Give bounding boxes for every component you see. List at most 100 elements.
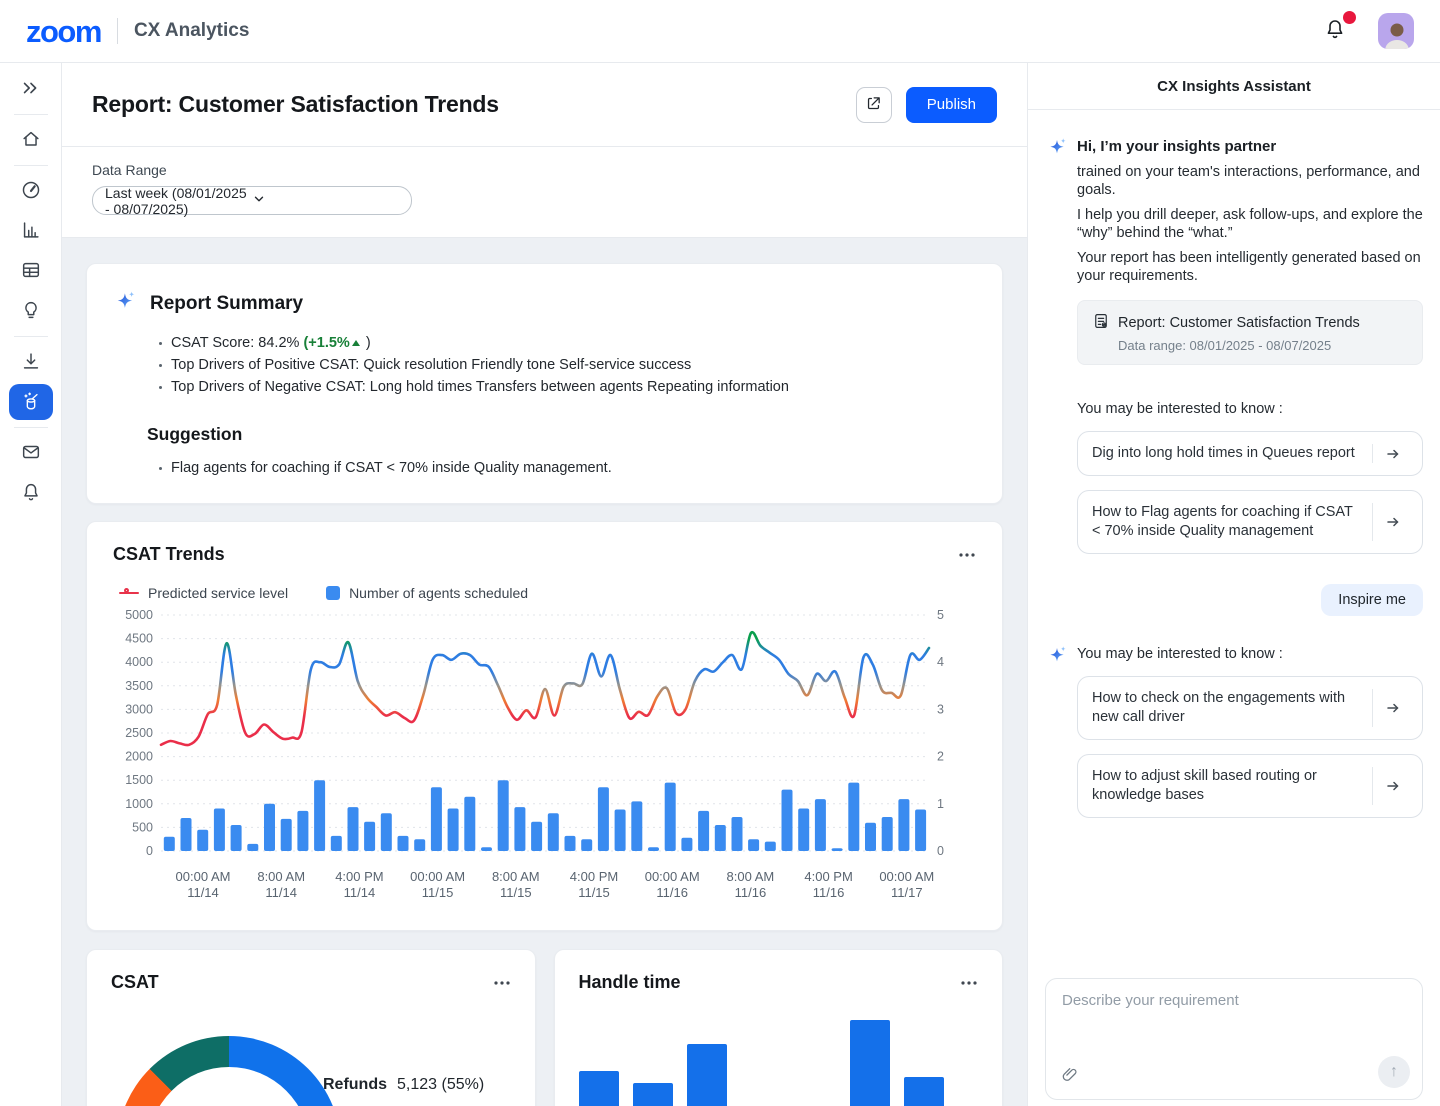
sidebar-divider bbox=[14, 427, 48, 428]
donut-legend: Refunds 5,123 (55%) bbox=[299, 1076, 484, 1094]
sidebar bbox=[0, 63, 62, 1106]
mail-icon bbox=[20, 441, 42, 466]
card-menu-button[interactable] bbox=[958, 552, 976, 558]
summary-negative-drivers: Top Drivers of Negative CSAT: Long hold … bbox=[157, 376, 976, 398]
csat-delta: +1.5% bbox=[308, 335, 350, 351]
summary-heading: Report Summary bbox=[150, 293, 303, 315]
csat-trends-card: CSAT Trends Predicted service level Numb… bbox=[86, 521, 1003, 931]
arrow-right-icon bbox=[1372, 503, 1412, 541]
app-title: CX Analytics bbox=[134, 20, 249, 42]
arrow-right-icon bbox=[1372, 689, 1412, 727]
interest-label: You may be interested to know : bbox=[1077, 642, 1423, 662]
svg-text:1: 1 bbox=[937, 797, 944, 811]
svg-text:0: 0 bbox=[146, 844, 153, 858]
legend-label: Predicted service level bbox=[148, 585, 288, 601]
ai-sparkle-icon bbox=[113, 288, 139, 319]
handle-time-card: Handle time bbox=[554, 949, 1004, 1106]
svg-text:3500: 3500 bbox=[125, 679, 153, 693]
svg-text:8:00 AM11/15: 8:00 AM11/15 bbox=[492, 869, 540, 900]
sidebar-item-ai-assistant[interactable] bbox=[9, 384, 53, 420]
triangle-up-icon bbox=[352, 340, 360, 346]
suggestion-button-routing[interactable]: How to adjust skill based routing or kno… bbox=[1077, 754, 1423, 818]
sidebar-item-home[interactable] bbox=[9, 120, 53, 160]
suggestion-button-flag-agents[interactable]: How to Flag agents for coaching if CSAT … bbox=[1077, 490, 1423, 554]
svg-text:0: 0 bbox=[937, 844, 944, 858]
arrow-up-icon: ↑ bbox=[1390, 1063, 1398, 1081]
suggestion-button-hold-times[interactable]: Dig into long hold times in Queues repor… bbox=[1077, 431, 1423, 476]
legend-item-line: Predicted service level bbox=[119, 585, 288, 601]
send-button[interactable]: ↑ bbox=[1378, 1056, 1410, 1088]
report-body: Report Summary CSAT Score: 84.2% (+1.5% … bbox=[62, 238, 1027, 1106]
handle-time-bar bbox=[904, 1077, 944, 1106]
line-marker-icon bbox=[119, 592, 139, 595]
publish-button[interactable]: Publish bbox=[906, 87, 997, 123]
svg-text:00:00 AM11/16: 00:00 AM11/16 bbox=[645, 869, 700, 900]
notifications-button[interactable] bbox=[1318, 14, 1352, 48]
csat-card-title: CSAT bbox=[111, 972, 159, 993]
summary-csat-line: CSAT Score: 84.2% (+1.5% ) bbox=[157, 332, 976, 354]
summary-bullets: CSAT Score: 84.2% (+1.5% ) Top Drivers o… bbox=[157, 332, 976, 398]
svg-text:2000: 2000 bbox=[125, 750, 153, 764]
trends-legend: Predicted service level Number of agents… bbox=[119, 585, 976, 601]
sidebar-item-dashboard[interactable] bbox=[9, 171, 53, 211]
legend-label: Number of agents scheduled bbox=[349, 585, 528, 601]
legend-value: 5,123 (55%) bbox=[397, 1076, 484, 1094]
arrow-right-icon bbox=[1372, 767, 1412, 805]
sidebar-item-downloads[interactable] bbox=[9, 342, 53, 382]
sidebar-collapse-button[interactable] bbox=[9, 69, 53, 109]
gauge-icon bbox=[20, 179, 42, 204]
home-icon bbox=[20, 128, 42, 153]
svg-text:4000: 4000 bbox=[125, 655, 153, 669]
sidebar-item-notifications[interactable] bbox=[9, 473, 53, 513]
user-avatar[interactable] bbox=[1378, 13, 1414, 49]
card-menu-button[interactable] bbox=[493, 980, 511, 986]
bar-chart-icon bbox=[20, 219, 42, 244]
svg-text:4:00 PM11/16: 4:00 PM11/16 bbox=[804, 869, 852, 900]
summary-positive-drivers: Top Drivers of Positive CSAT: Quick reso… bbox=[157, 354, 976, 376]
assistant-header: CX Insights Assistant bbox=[1028, 63, 1440, 110]
sidebar-item-analytics[interactable] bbox=[9, 211, 53, 251]
data-range-label: Data Range bbox=[92, 162, 997, 178]
user-message-inspire-me[interactable]: Inspire me bbox=[1321, 584, 1423, 616]
svg-text:2500: 2500 bbox=[125, 726, 153, 740]
report-reference-card[interactable]: Report: Customer Satisfaction Trends Dat… bbox=[1077, 300, 1423, 365]
share-button[interactable] bbox=[856, 87, 892, 123]
ai-sparkle-icon bbox=[1046, 642, 1070, 818]
legend-square-icon bbox=[299, 1078, 313, 1092]
header-divider bbox=[117, 18, 118, 44]
sidebar-divider bbox=[14, 165, 48, 166]
data-range-section: Data Range Last week (08/01/2025 - 08/07… bbox=[62, 147, 1027, 238]
sidebar-item-insights[interactable] bbox=[9, 291, 53, 331]
csat-trends-chart: 0500100015002000250030003500400045005000… bbox=[113, 603, 973, 907]
data-range-select[interactable]: Last week (08/01/2025 - 08/07/2025) bbox=[92, 186, 412, 215]
bar-marker-icon bbox=[326, 586, 340, 600]
svg-text:3: 3 bbox=[937, 702, 944, 716]
sidebar-item-mail[interactable] bbox=[9, 433, 53, 473]
svg-text:5: 5 bbox=[937, 608, 944, 622]
handle-time-bar bbox=[850, 1020, 890, 1106]
svg-text:00:00 AM11/15: 00:00 AM11/15 bbox=[410, 869, 465, 900]
suggestion-heading: Suggestion bbox=[147, 424, 976, 445]
csat-donut-card: CSAT Refunds 5,123 (55%) bbox=[86, 949, 536, 1106]
handle-time-bar bbox=[633, 1083, 673, 1106]
report-title-row: Report: Customer Satisfaction Trends Pub… bbox=[62, 63, 1027, 147]
svg-text:00:00 AM11/17: 00:00 AM11/17 bbox=[879, 869, 934, 900]
suggestion-button-engagements[interactable]: How to check on the engagements with new… bbox=[1077, 676, 1423, 740]
assistant-intro-line: I help you drill deeper, ask follow-ups,… bbox=[1077, 206, 1423, 242]
svg-text:2: 2 bbox=[937, 750, 944, 764]
page-title: Report: Customer Satisfaction Trends bbox=[92, 91, 499, 118]
report-doc-icon bbox=[1092, 312, 1110, 334]
assistant-message: Hi, I’m your insights partner trained on… bbox=[1046, 134, 1423, 554]
agents-bars bbox=[164, 780, 926, 851]
assistant-greeting: Hi, I’m your insights partner bbox=[1077, 134, 1423, 156]
attach-button[interactable] bbox=[1060, 1065, 1079, 1087]
magic-hat-icon bbox=[20, 390, 42, 415]
table-icon bbox=[20, 259, 42, 284]
handle-time-bar bbox=[687, 1044, 727, 1106]
legend-item-bar: Number of agents scheduled bbox=[326, 585, 528, 601]
csat-trends-title: CSAT Trends bbox=[113, 544, 225, 565]
top-bar: zoom CX Analytics bbox=[0, 0, 1440, 63]
requirement-input[interactable] bbox=[1046, 979, 1422, 1049]
sidebar-item-tables[interactable] bbox=[9, 251, 53, 291]
data-range-value: Last week (08/01/2025 - 08/07/2025) bbox=[105, 185, 252, 217]
